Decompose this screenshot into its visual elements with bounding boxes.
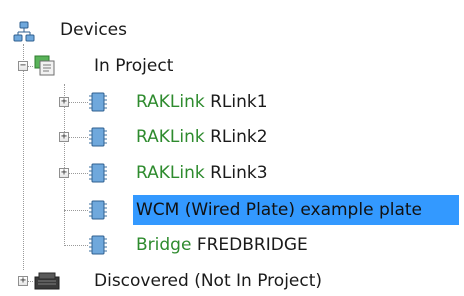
tree-node-discovered[interactable]: Discovered (Not In Project) xyxy=(34,267,364,295)
project-node-icon xyxy=(34,55,58,82)
device-label: RAKLink RLink3 xyxy=(136,159,268,187)
device-chip-icon xyxy=(88,162,108,189)
expand-toggle[interactable]: + xyxy=(18,276,28,286)
tree-node-devices[interactable]: Devices xyxy=(8,16,208,44)
device-chip-icon xyxy=(88,199,108,226)
device-brand: RAKLink xyxy=(136,92,205,112)
device-name: RLink2 xyxy=(210,127,268,147)
device-tree[interactable]: Devices − In Project + RAKLink RLink1 + xyxy=(0,0,464,295)
tree-line xyxy=(23,44,24,270)
tree-line xyxy=(64,84,65,246)
device-label: WCM (Wired Plate) example plate xyxy=(136,196,422,224)
device-brand: Bridge xyxy=(136,235,192,255)
device-chip-icon xyxy=(88,234,108,261)
device-name: RLink1 xyxy=(210,92,268,112)
device-name: FREDBRIDGE xyxy=(196,235,308,255)
tree-node-device-selected[interactable]: WCM (Wired Plate) example plate xyxy=(88,196,458,224)
tree-node-label: Discovered (Not In Project) xyxy=(94,271,323,291)
device-chip-icon xyxy=(88,91,108,118)
device-label: RAKLink RLink2 xyxy=(136,123,268,151)
tree-node-device[interactable]: Bridge FREDBRIDGE xyxy=(88,231,348,259)
discovered-devices-icon xyxy=(34,271,60,296)
device-name: RLink3 xyxy=(210,163,268,183)
tree-node-device[interactable]: RAKLink RLink1 xyxy=(88,88,328,116)
device-brand: RAKLink xyxy=(136,163,205,183)
device-chip-icon xyxy=(88,126,108,153)
tree-node-device[interactable]: RAKLink RLink3 xyxy=(88,159,328,187)
tree-node-label: Devices xyxy=(60,20,127,40)
network-devices-icon xyxy=(13,21,35,48)
device-label: Bridge FREDBRIDGE xyxy=(136,231,308,259)
expand-toggle[interactable]: + xyxy=(59,97,69,107)
device-brand: RAKLink xyxy=(136,127,205,147)
expand-toggle[interactable]: + xyxy=(59,168,69,178)
tree-node-in-project[interactable]: In Project xyxy=(34,52,254,80)
device-brand: WCM (Wired Plate) example plate xyxy=(136,200,422,220)
tree-node-device[interactable]: RAKLink RLink2 xyxy=(88,123,328,151)
collapse-toggle[interactable]: − xyxy=(18,61,28,71)
tree-line xyxy=(64,245,88,246)
tree-node-label: In Project xyxy=(94,56,174,76)
device-label: RAKLink RLink1 xyxy=(136,88,268,116)
expand-toggle[interactable]: + xyxy=(59,132,69,142)
tree-line xyxy=(64,210,88,211)
